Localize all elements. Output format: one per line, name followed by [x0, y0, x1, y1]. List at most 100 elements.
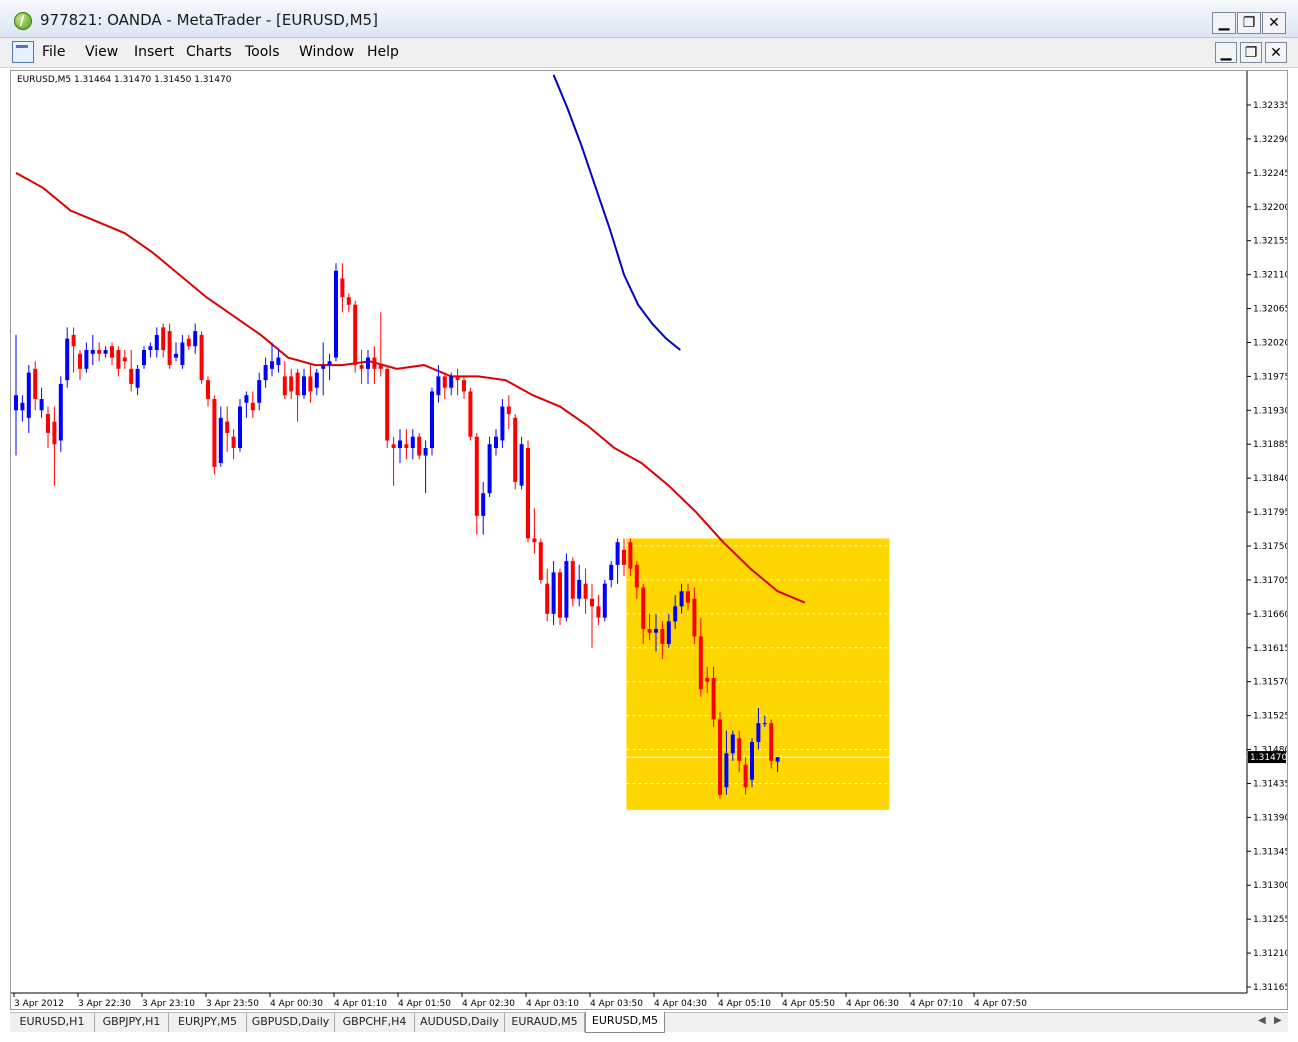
candle-body — [314, 372, 319, 388]
y-tick-label: 1.31525 — [1253, 712, 1287, 722]
menu-view[interactable]: View — [85, 44, 118, 60]
candle-body — [769, 723, 774, 761]
y-tick-label: 1.31345 — [1253, 847, 1287, 857]
candle-body — [148, 346, 153, 350]
title-bar: 977821: OANDA - MetaTrader - [EURUSD,M5]… — [0, 0, 1298, 38]
menu-tools[interactable]: Tools — [245, 44, 280, 60]
candle-body — [353, 304, 358, 366]
y-tick-label: 1.31570 — [1253, 678, 1287, 688]
close-icon[interactable]: ✕ — [1262, 12, 1286, 34]
candle-body — [58, 383, 63, 441]
candle-body — [692, 598, 697, 637]
candle-body — [705, 677, 710, 682]
x-tick-label: 3 Apr 22:30 — [78, 999, 131, 1009]
x-tick-label: 4 Apr 07:50 — [974, 999, 1027, 1009]
chart-document-icon[interactable] — [12, 41, 34, 63]
menu-charts[interactable]: Charts — [186, 44, 232, 60]
candle-body — [609, 564, 614, 580]
y-tick-label: 1.31255 — [1253, 915, 1287, 925]
candle-body — [423, 448, 428, 456]
x-tick-label: 4 Apr 03:50 — [590, 999, 643, 1009]
tab-euraud-m5[interactable]: EURAUD,M5 — [505, 1013, 585, 1032]
child-minimize-icon[interactable]: ▁ — [1215, 42, 1237, 63]
candle-body — [334, 270, 338, 358]
menu-help[interactable]: Help — [367, 44, 399, 60]
candle-body — [142, 350, 146, 366]
y-tick-label: 1.31885 — [1253, 440, 1287, 450]
candle-body — [71, 334, 76, 347]
child-restore-icon[interactable]: ❐ — [1240, 42, 1262, 63]
x-tick-label: 3 Apr 23:50 — [206, 999, 259, 1009]
menu-file[interactable]: File — [42, 44, 65, 60]
candle-body — [225, 421, 230, 433]
candle-body — [462, 380, 466, 392]
candle-body — [718, 719, 722, 795]
candle-body — [186, 338, 191, 347]
candle-body — [570, 561, 575, 599]
tab-audusd-daily[interactable]: AUDUSD,Daily — [415, 1013, 505, 1032]
candle-body — [65, 338, 70, 381]
highlight-rectangle — [626, 538, 890, 810]
candle-body — [660, 628, 665, 644]
price-chart[interactable]: 1.32335 1.32290 1.32245 1.32200 1.32155 1.321… — [11, 71, 1287, 1009]
candle-body — [193, 331, 198, 347]
y-tick-label: 1.31165 — [1253, 983, 1287, 993]
tab-gbpchf-h4[interactable]: GBPCHF,H4 — [335, 1013, 415, 1032]
candle-body — [129, 368, 134, 384]
tab-eurjpy-m5[interactable]: EURJPY,M5 — [169, 1013, 247, 1032]
candle-body — [673, 606, 678, 622]
candle-body — [583, 583, 588, 599]
candle-body — [116, 350, 121, 369]
candle-body — [506, 406, 511, 415]
y-tick-label: 1.31705 — [1253, 576, 1287, 586]
chart-area[interactable]: 1.32335 1.32290 1.32245 1.32200 1.32155 1.321… — [10, 70, 1288, 1010]
candle-body — [110, 346, 114, 358]
candle-body — [737, 738, 742, 761]
candle-body — [161, 327, 166, 350]
x-tick-label: 4 Apr 01:50 — [398, 999, 451, 1009]
candle-body — [628, 542, 633, 569]
menu-insert[interactable]: Insert — [134, 44, 174, 60]
candle-body — [270, 361, 274, 369]
restore-icon[interactable]: ❐ — [1237, 12, 1261, 34]
candle-body — [180, 342, 185, 366]
metatrader-app-icon — [14, 12, 32, 30]
menu-window[interactable]: Window — [299, 44, 354, 60]
window-title: 977821: OANDA - MetaTrader - [EURUSD,M5] — [40, 11, 378, 29]
tab-eurusd-h1[interactable]: EURUSD,H1 — [10, 1013, 95, 1032]
x-tick-label: 4 Apr 01:10 — [334, 999, 387, 1009]
tab-eurusd-m5[interactable]: EURUSD,M5 — [585, 1012, 665, 1033]
candle-body — [750, 742, 754, 780]
tab-gbpjpy-h1[interactable]: GBPJPY,H1 — [95, 1013, 169, 1032]
candle-body — [686, 591, 690, 603]
candle-body — [590, 598, 594, 607]
y-tick-label: 1.31660 — [1253, 610, 1287, 620]
candle-body — [206, 380, 210, 399]
candle-body — [257, 380, 262, 403]
candle-body — [519, 444, 524, 486]
child-close-icon[interactable]: ✕ — [1265, 42, 1287, 63]
menu-bar: File View Insert Charts Tools Window Hel… — [0, 38, 1298, 68]
y-tick-label: 1.32245 — [1253, 169, 1287, 179]
tab-scroll-right-icon[interactable]: ▶ — [1274, 1015, 1282, 1026]
candle-body — [46, 414, 50, 433]
chart-info-line: EURUSD,M5 1.31464 1.31470 1.31450 1.3147… — [17, 75, 232, 85]
candle-body — [474, 436, 479, 516]
candle-body — [212, 399, 217, 467]
candle-body — [641, 587, 646, 629]
tab-gbpusd-daily[interactable]: GBPUSD,Daily — [247, 1013, 335, 1032]
x-tick-label: 4 Apr 03:10 — [526, 999, 579, 1009]
y-tick-label: 1.31390 — [1253, 813, 1287, 823]
candle-body — [730, 734, 735, 754]
candle-body — [33, 368, 38, 399]
candle-body — [346, 297, 351, 305]
x-tick-label: 4 Apr 02:30 — [462, 999, 515, 1009]
minimize-icon[interactable]: ▁ — [1212, 12, 1236, 34]
y-tick-label: 1.31975 — [1253, 372, 1287, 382]
candle-body — [430, 391, 434, 448]
candle-body — [468, 391, 473, 437]
candle-body — [577, 579, 582, 599]
tab-scroll-left-icon[interactable]: ◀ — [1258, 1015, 1266, 1026]
candle-body — [615, 542, 620, 565]
candle-body — [391, 444, 396, 448]
